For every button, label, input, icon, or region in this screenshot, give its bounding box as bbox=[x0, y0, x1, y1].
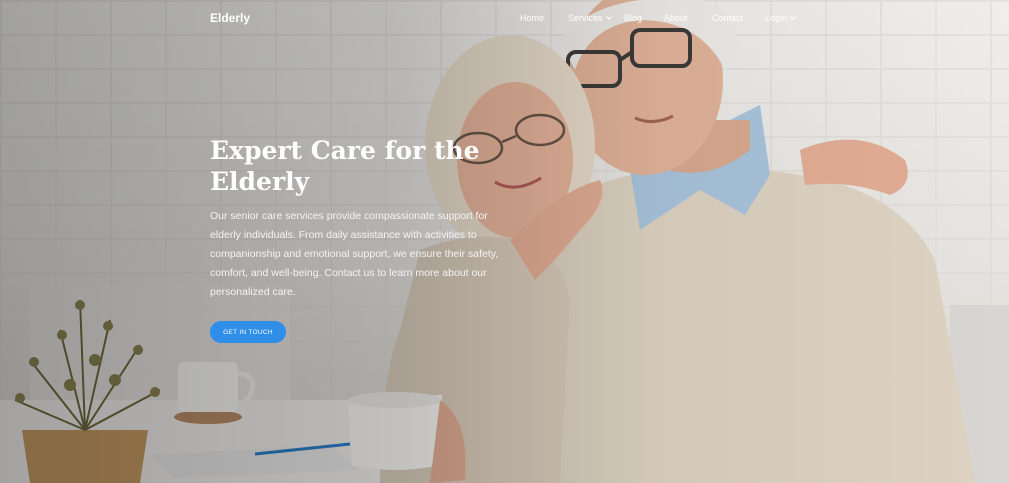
top-navbar: Elderly Home Services Blog About Contact… bbox=[0, 0, 1009, 38]
hero-title: Expert Care for the Elderly bbox=[210, 136, 480, 196]
hero-section: Elderly Home Services Blog About Contact… bbox=[0, 0, 1009, 483]
chevron-down-icon bbox=[790, 14, 796, 20]
hero-description: Our senior care services provide compass… bbox=[210, 210, 499, 298]
nav-blog-link[interactable]: Blog bbox=[624, 13, 664, 23]
chevron-down-icon bbox=[605, 14, 612, 20]
nav-about-link[interactable]: About bbox=[664, 13, 712, 23]
nav-login-link[interactable]: Login bbox=[765, 13, 796, 23]
get-in-touch-button[interactable]: GET IN TOUCH bbox=[210, 321, 286, 343]
nav-links: Home Services Blog About Contact Login bbox=[520, 13, 796, 23]
nav-contact-label: Contact bbox=[712, 13, 744, 23]
nav-about-label: About bbox=[664, 13, 688, 23]
nav-services-link[interactable]: Services bbox=[568, 13, 624, 23]
nav-login-label: Login bbox=[765, 13, 788, 23]
nav-home-link[interactable]: Home bbox=[520, 13, 568, 23]
nav-blog-label: Blog bbox=[624, 13, 643, 23]
nav-home-label: Home bbox=[520, 13, 545, 23]
brand-logo[interactable]: Elderly bbox=[210, 11, 250, 25]
dark-overlay bbox=[0, 0, 1009, 483]
nav-services-label: Services bbox=[568, 13, 603, 23]
nav-contact-link[interactable]: Contact bbox=[712, 13, 765, 23]
